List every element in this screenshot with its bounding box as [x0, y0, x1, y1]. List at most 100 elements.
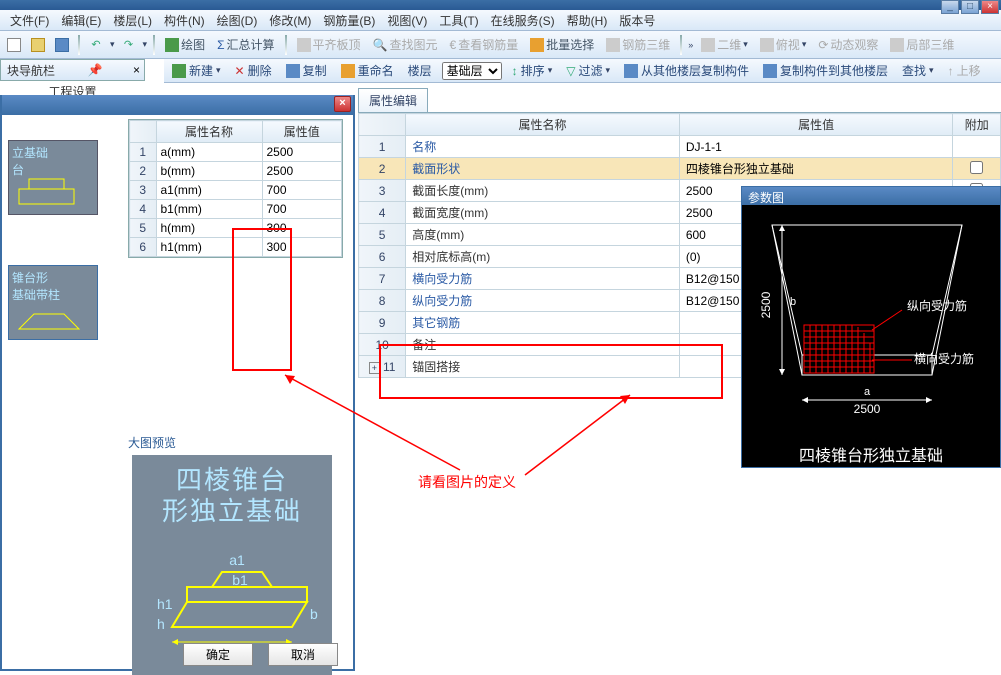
dialog-thumb-2[interactable]: 锥台形 基础带柱: [8, 265, 98, 340]
prop-name[interactable]: 截面形状: [406, 158, 680, 180]
main-toolbar: ↶ ▾ ↷ ▾ 绘图 Σ汇总计算 平齐板顶 🔍查找图元 €查看钢筋量 批量选择 钢筋…: [0, 31, 1001, 59]
level-top-button[interactable]: 平齐板顶: [293, 34, 365, 55]
dialog-close-button[interactable]: ×: [334, 96, 351, 112]
dialog-title-bar[interactable]: ×: [2, 95, 353, 115]
rename-button[interactable]: 重命名: [337, 60, 398, 81]
table-row[interactable]: 3a1(mm)700: [130, 181, 342, 200]
new-component-button[interactable]: 新建▾: [168, 60, 225, 81]
prop-name[interactable]: 其它钢筋: [406, 312, 680, 334]
move-up-button[interactable]: ↑上移: [944, 60, 985, 81]
prop-edit-tab[interactable]: 属性编辑: [358, 88, 428, 112]
batch-select-button[interactable]: 批量选择: [526, 34, 598, 55]
row-num: 4: [359, 202, 406, 224]
menu-tools[interactable]: 工具(T): [433, 10, 484, 31]
nav-pin-icon[interactable]: 📌: [84, 63, 107, 77]
menu-component[interactable]: 构件(N): [158, 10, 211, 31]
menu-edit[interactable]: 编辑(E): [55, 10, 107, 31]
param-value[interactable]: 700: [262, 200, 342, 219]
col-header-value: 属性值: [262, 121, 342, 143]
prop-name[interactable]: 高度(mm): [406, 224, 680, 246]
find-elem-button[interactable]: 🔍查找图元: [369, 34, 442, 55]
table-row[interactable]: 4b1(mm)700: [130, 200, 342, 219]
toolbar-overflow[interactable]: »: [688, 40, 693, 50]
menu-online[interactable]: 在线服务(S): [485, 10, 561, 31]
param-value[interactable]: 2500: [262, 143, 342, 162]
prop-name[interactable]: 备注: [406, 334, 680, 356]
prop-name[interactable]: 相对底标高(m): [406, 246, 680, 268]
copy-to-button[interactable]: 复制构件到其他楼层: [759, 60, 892, 81]
prop-name[interactable]: 纵向受力筋: [406, 290, 680, 312]
copy-from-icon: [624, 64, 638, 78]
prop-name[interactable]: 锚固搭接: [406, 356, 680, 378]
sum-calc-button[interactable]: Σ汇总计算: [213, 34, 278, 55]
param-value[interactable]: 2500: [262, 162, 342, 181]
nav-title: 块导航栏: [1, 60, 61, 81]
local-3d-button[interactable]: 局部三维: [886, 34, 958, 55]
2d-button[interactable]: 二维▾: [697, 34, 752, 55]
save-doc-icon[interactable]: [52, 35, 72, 55]
find-button[interactable]: 查找▾: [898, 60, 938, 81]
table-row[interactable]: 2b(mm)2500: [130, 162, 342, 181]
row-num: 9: [359, 312, 406, 334]
copy-icon: [286, 64, 300, 78]
undo-icon[interactable]: ↶: [86, 35, 106, 55]
prop-value[interactable]: 四棱锥台形独立基础: [679, 158, 953, 180]
copy-from-button[interactable]: 从其他楼层复制构件: [620, 60, 753, 81]
new-doc-icon[interactable]: [4, 35, 24, 55]
svg-text:横向受力筋: 横向受力筋: [914, 351, 974, 366]
cancel-button[interactable]: 取消: [268, 643, 338, 666]
expand-icon[interactable]: +: [369, 362, 380, 374]
draw-button[interactable]: 绘图: [161, 34, 209, 55]
dialog-param-table[interactable]: 属性名称属性值 1a(mm)25002b(mm)25003a1(mm)7004b…: [128, 119, 343, 258]
sort-button[interactable]: ↕排序▾: [508, 60, 557, 81]
menu-modify[interactable]: 修改(M): [263, 10, 317, 31]
view-rebar-button[interactable]: €查看钢筋量: [446, 34, 523, 55]
delete-component-button[interactable]: ✕删除: [231, 60, 276, 81]
menu-view[interactable]: 视图(V): [381, 10, 433, 31]
open-doc-icon[interactable]: [28, 35, 48, 55]
dynamic-obs-button[interactable]: ⟳动态观察: [814, 34, 882, 55]
row-num: 10: [359, 334, 406, 356]
prop-value[interactable]: DJ-1-1: [679, 136, 953, 158]
preview-title-2: 形独立基础: [142, 496, 322, 527]
table-row[interactable]: 5h(mm)300: [130, 219, 342, 238]
dialog-thumb-1[interactable]: 立基础 台: [8, 140, 98, 215]
annotation-arrow-2: [520, 390, 640, 480]
copy-component-button[interactable]: 复制: [282, 60, 331, 81]
table-row[interactable]: 1a(mm)2500: [130, 143, 342, 162]
table-row[interactable]: 2截面形状四棱锥台形独立基础: [359, 158, 1001, 180]
rebar-3d-button[interactable]: 钢筋三维: [602, 34, 674, 55]
prop-name[interactable]: 截面宽度(mm): [406, 202, 680, 224]
menu-help[interactable]: 帮助(H): [561, 10, 614, 31]
prop-name[interactable]: 横向受力筋: [406, 268, 680, 290]
param-value[interactable]: 300: [262, 238, 342, 257]
param-value[interactable]: 300: [262, 219, 342, 238]
bird-view-button[interactable]: 俯视▾: [756, 34, 811, 55]
redo-dropdown[interactable]: ▾: [143, 39, 148, 50]
param-window-title[interactable]: 参数图: [742, 187, 1000, 205]
prop-name[interactable]: 名称: [406, 136, 680, 158]
menu-file[interactable]: 文件(F): [4, 10, 55, 31]
menu-rebar[interactable]: 钢筋量(B): [317, 10, 381, 31]
dialog-thumbnails: 立基础 台 锥台形 基础带柱: [2, 115, 108, 430]
param-value[interactable]: 700: [262, 181, 342, 200]
extra-checkbox[interactable]: [970, 161, 983, 174]
prop-name[interactable]: 截面长度(mm): [406, 180, 680, 202]
redo-icon[interactable]: ↷: [119, 35, 139, 55]
maximize-button[interactable]: □: [961, 0, 979, 14]
minimize-button[interactable]: _: [941, 0, 959, 14]
menu-draw[interactable]: 绘图(D): [211, 10, 264, 31]
filter-button[interactable]: ▽过滤▾: [562, 60, 614, 81]
table-row[interactable]: 1名称DJ-1-1: [359, 136, 1001, 158]
floor-select[interactable]: 基础层: [442, 62, 502, 80]
ok-button[interactable]: 确定: [183, 643, 253, 666]
undo-dropdown[interactable]: ▾: [110, 39, 115, 50]
component-toolbar: 新建▾ ✕删除 复制 重命名 楼层 基础层 ↕排序▾ ▽过滤▾ 从其他楼层复制构…: [164, 59, 1001, 83]
row-num: 2: [130, 162, 157, 181]
table-row[interactable]: 6h1(mm)300: [130, 238, 342, 257]
menu-version[interactable]: 版本号: [613, 10, 661, 31]
close-button[interactable]: ×: [981, 0, 999, 14]
menu-floor[interactable]: 楼层(L): [107, 10, 158, 31]
nav-close-icon[interactable]: ×: [129, 63, 144, 77]
filter-icon: ▽: [566, 64, 575, 78]
